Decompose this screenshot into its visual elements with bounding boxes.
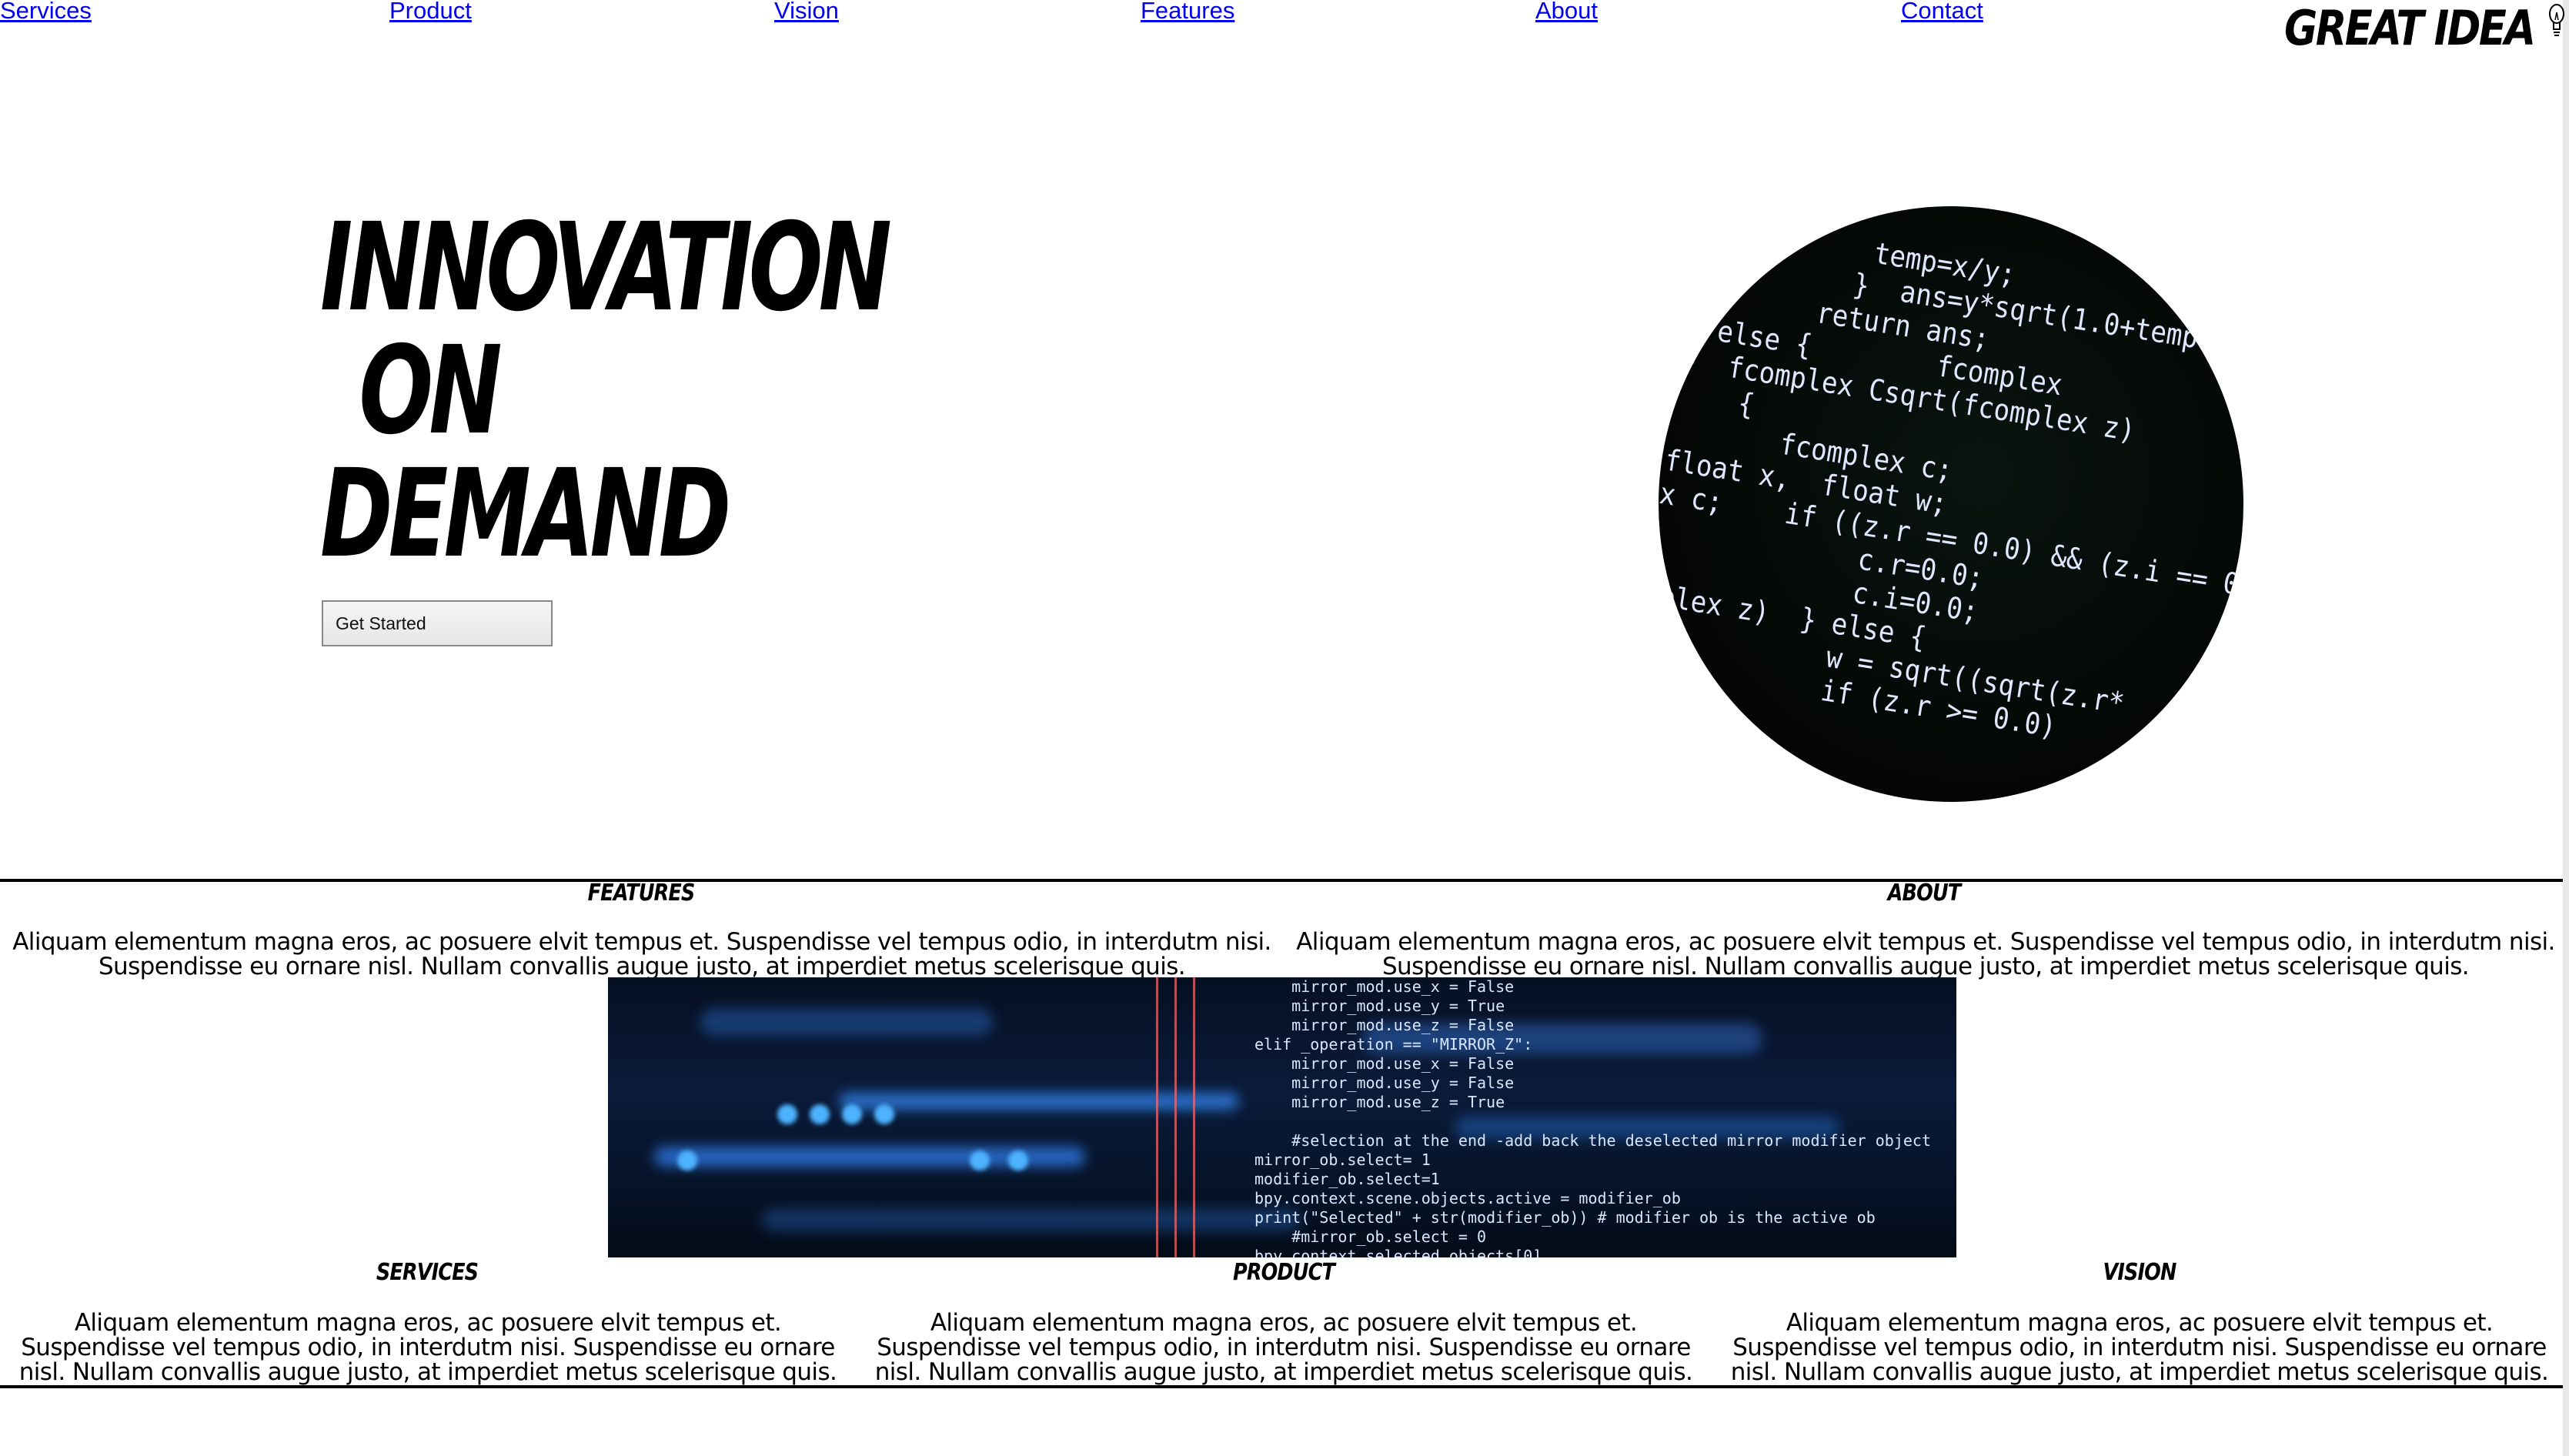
services-heading: SERVICES: [376, 1259, 479, 1286]
hero-title-line-3: DEMAND: [320, 443, 731, 585]
circle-code-text: temp=x/y; } ans=y*sqrt(1.0+temp*te retur…: [1659, 235, 2243, 744]
vision-text: Aliquam elementum magna eros, ac posuere…: [1730, 1309, 2549, 1386]
banner-code-text: mirror_mod.use_x = False mirror_mod.use_…: [1254, 977, 1931, 1257]
code-circle-image: temp=x/y; } ans=y*sqrt(1.0+temp*te retur…: [1659, 206, 2243, 802]
features-text: Aliquam elementum magna eros, ac posuere…: [12, 928, 1271, 980]
nav-link-services[interactable]: Services: [0, 0, 92, 25]
lightbulb-icon: [2549, 4, 2564, 36]
product-heading: PRODUCT: [1232, 1259, 1335, 1286]
nav-link-about[interactable]: About: [1535, 0, 1598, 25]
nav-link-vision[interactable]: Vision: [774, 0, 839, 25]
product-text: Aliquam elementum magna eros, ac posuere…: [874, 1309, 1693, 1386]
services-text: Aliquam elementum magna eros, ac posuere…: [18, 1309, 837, 1386]
get-started-button[interactable]: Get Started: [322, 600, 553, 646]
scrollbar-track[interactable]: [2563, 0, 2569, 1456]
logo-text: GREAT IDEA: [2284, 0, 2536, 56]
nav-link-contact[interactable]: Contact: [1901, 0, 1983, 25]
about-heading: ABOUT: [1887, 880, 1962, 907]
about-text: Aliquam elementum magna eros, ac posuere…: [1296, 928, 2555, 980]
hero-title-line-1: INNOVATION: [320, 197, 892, 339]
top-divider: [0, 879, 2563, 882]
site-logo[interactable]: GREAT IDEA: [2284, 0, 2569, 56]
nav-link-product[interactable]: Product: [389, 0, 472, 25]
bottom-divider: [0, 1385, 2563, 1388]
hero-title-line-2: ON: [359, 320, 502, 462]
vision-heading: VISION: [2103, 1259, 2176, 1286]
nav-link-features[interactable]: Features: [1141, 0, 1234, 25]
hero-title: INNOVATION ON DEMAND: [320, 197, 892, 585]
code-banner-image: mirror_mod.use_x = False mirror_mod.use_…: [608, 977, 1956, 1257]
features-heading: FEATURES: [587, 880, 696, 907]
